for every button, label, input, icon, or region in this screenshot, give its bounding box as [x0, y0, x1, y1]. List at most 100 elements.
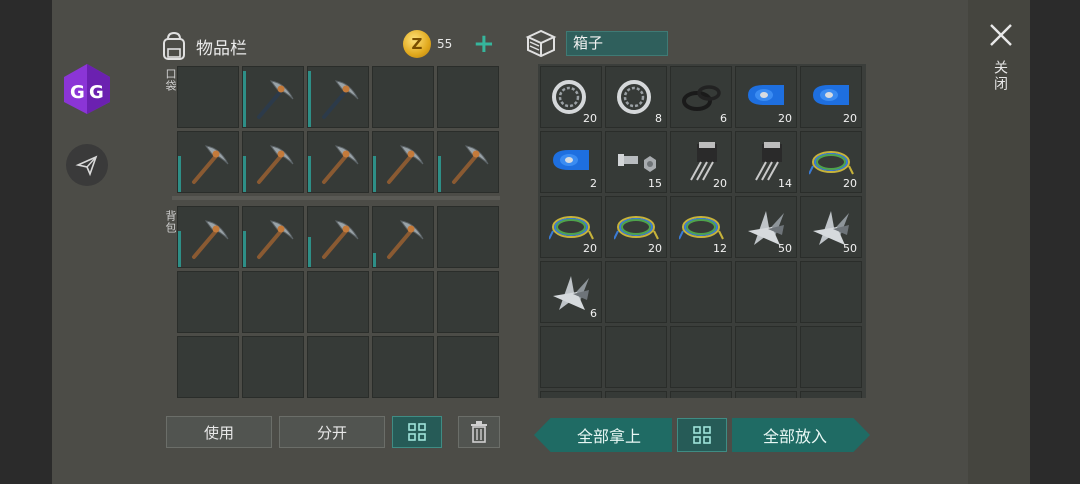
- close-label[interactable]: 关闭: [990, 60, 1010, 92]
- durability-bar: [308, 237, 311, 267]
- chest-slot[interactable]: [735, 391, 797, 398]
- inventory-slot[interactable]: [307, 336, 369, 398]
- trash-button[interactable]: [458, 416, 500, 448]
- put-all-button[interactable]: 全部放入: [732, 418, 870, 452]
- inventory-slot[interactable]: [307, 271, 369, 333]
- take-all-button[interactable]: 全部拿上: [534, 418, 672, 452]
- durability-bar: [178, 156, 181, 192]
- sort-inventory-button[interactable]: [392, 416, 442, 448]
- inventory-slot[interactable]: [242, 206, 304, 268]
- chest-slot[interactable]: 20: [670, 131, 732, 193]
- chest-slot[interactable]: 20: [605, 196, 667, 258]
- item-quantity: 20: [713, 177, 727, 190]
- svg-text:G: G: [70, 82, 85, 103]
- sort-chest-button[interactable]: [677, 418, 727, 452]
- chest-slot[interactable]: 20: [540, 196, 602, 258]
- chest-slot[interactable]: [735, 326, 797, 388]
- item-quantity: 50: [778, 242, 792, 255]
- game-guardian-icon[interactable]: G G: [60, 62, 114, 116]
- pocket-label: 口袋: [164, 68, 177, 92]
- svg-text:G: G: [89, 82, 104, 103]
- chest-slot[interactable]: [800, 391, 862, 398]
- coin-count: 55: [437, 37, 453, 51]
- item-quantity: 20: [583, 242, 597, 255]
- close-icon[interactable]: [986, 20, 1016, 50]
- chest-slot[interactable]: [735, 261, 797, 323]
- inventory-slot[interactable]: [242, 271, 304, 333]
- chest-slot[interactable]: 15: [605, 131, 667, 193]
- take-all-label: 全部拿上: [576, 427, 641, 446]
- chest-slot[interactable]: 14: [735, 131, 797, 193]
- chest-slot[interactable]: 50: [735, 196, 797, 258]
- chest-grid: 20 8 6 20 20 2 15 20 14 20 20 20 12 50 50 6: [538, 64, 866, 398]
- inventory-slot[interactable]: [437, 271, 499, 333]
- inventory-slot[interactable]: [372, 271, 434, 333]
- inventory-slot[interactable]: [437, 131, 499, 193]
- durability-bar: [178, 231, 181, 267]
- inventory-slot[interactable]: [307, 131, 369, 193]
- inventory-slot[interactable]: [372, 131, 434, 193]
- item-quantity: 20: [648, 242, 662, 255]
- chest-slot[interactable]: [670, 261, 732, 323]
- inventory-slot[interactable]: [242, 66, 304, 128]
- chest-slot[interactable]: [800, 326, 862, 388]
- chest-slot[interactable]: 20: [735, 66, 797, 128]
- inventory-title: 物品栏: [196, 38, 247, 59]
- inventory-slot[interactable]: [177, 206, 239, 268]
- item-quantity: 20: [583, 112, 597, 125]
- inventory-slot[interactable]: [177, 131, 239, 193]
- chest-slot[interactable]: [670, 391, 732, 398]
- inventory-slot[interactable]: [177, 271, 239, 333]
- inventory-slot[interactable]: [372, 336, 434, 398]
- box-icon: [525, 29, 557, 58]
- inventory-slot[interactable]: [437, 66, 499, 128]
- split-button[interactable]: 分开: [279, 416, 385, 448]
- item-quantity: 20: [843, 112, 857, 125]
- chest-slot[interactable]: 20: [800, 66, 862, 128]
- chest-slot[interactable]: [670, 326, 732, 388]
- chest-slot[interactable]: 20: [540, 66, 602, 128]
- chest-slot[interactable]: [605, 326, 667, 388]
- chest-slot[interactable]: 6: [670, 66, 732, 128]
- chest-slot[interactable]: [540, 326, 602, 388]
- inventory-slot[interactable]: [372, 66, 434, 128]
- durability-bar: [373, 253, 376, 267]
- chest-slot[interactable]: [800, 261, 862, 323]
- chest-slot[interactable]: 6: [540, 261, 602, 323]
- grid-icon: [408, 423, 426, 441]
- inventory-divider: [172, 196, 500, 200]
- chest-slot[interactable]: [605, 391, 667, 398]
- chest-slot[interactable]: [540, 391, 602, 398]
- inventory-slot[interactable]: [177, 336, 239, 398]
- durability-bar: [243, 156, 246, 192]
- durability-bar: [308, 71, 311, 127]
- chest-slot[interactable]: 2: [540, 131, 602, 193]
- backpack-label: 背包: [164, 210, 177, 234]
- inventory-slot[interactable]: [307, 66, 369, 128]
- chest-slot[interactable]: 20: [800, 131, 862, 193]
- inventory-slot[interactable]: [242, 336, 304, 398]
- share-icon[interactable]: [66, 144, 108, 186]
- chest-slot[interactable]: 12: [670, 196, 732, 258]
- chest-header: 箱子: [524, 28, 668, 58]
- inventory-slot[interactable]: [372, 206, 434, 268]
- chest-slot[interactable]: 8: [605, 66, 667, 128]
- coin-icon: Z: [403, 30, 431, 58]
- inventory-slot[interactable]: [242, 131, 304, 193]
- chest-slot[interactable]: [605, 261, 667, 323]
- inventory-slot[interactable]: [437, 206, 499, 268]
- backpack-icon: [163, 31, 185, 60]
- inventory-header: 物品栏: [160, 28, 247, 64]
- item-quantity: 12: [713, 242, 727, 255]
- add-coins-button[interactable]: +: [473, 31, 495, 57]
- inventory-slot[interactable]: [177, 66, 239, 128]
- chest-name-field[interactable]: 箱子: [566, 30, 668, 56]
- inventory-slot[interactable]: [307, 206, 369, 268]
- use-button[interactable]: 使用: [166, 416, 272, 448]
- item-quantity: 6: [590, 307, 597, 320]
- durability-bar: [373, 156, 376, 192]
- item-quantity: 8: [655, 112, 662, 125]
- item-quantity: 50: [843, 242, 857, 255]
- chest-slot[interactable]: 50: [800, 196, 862, 258]
- inventory-slot[interactable]: [437, 336, 499, 398]
